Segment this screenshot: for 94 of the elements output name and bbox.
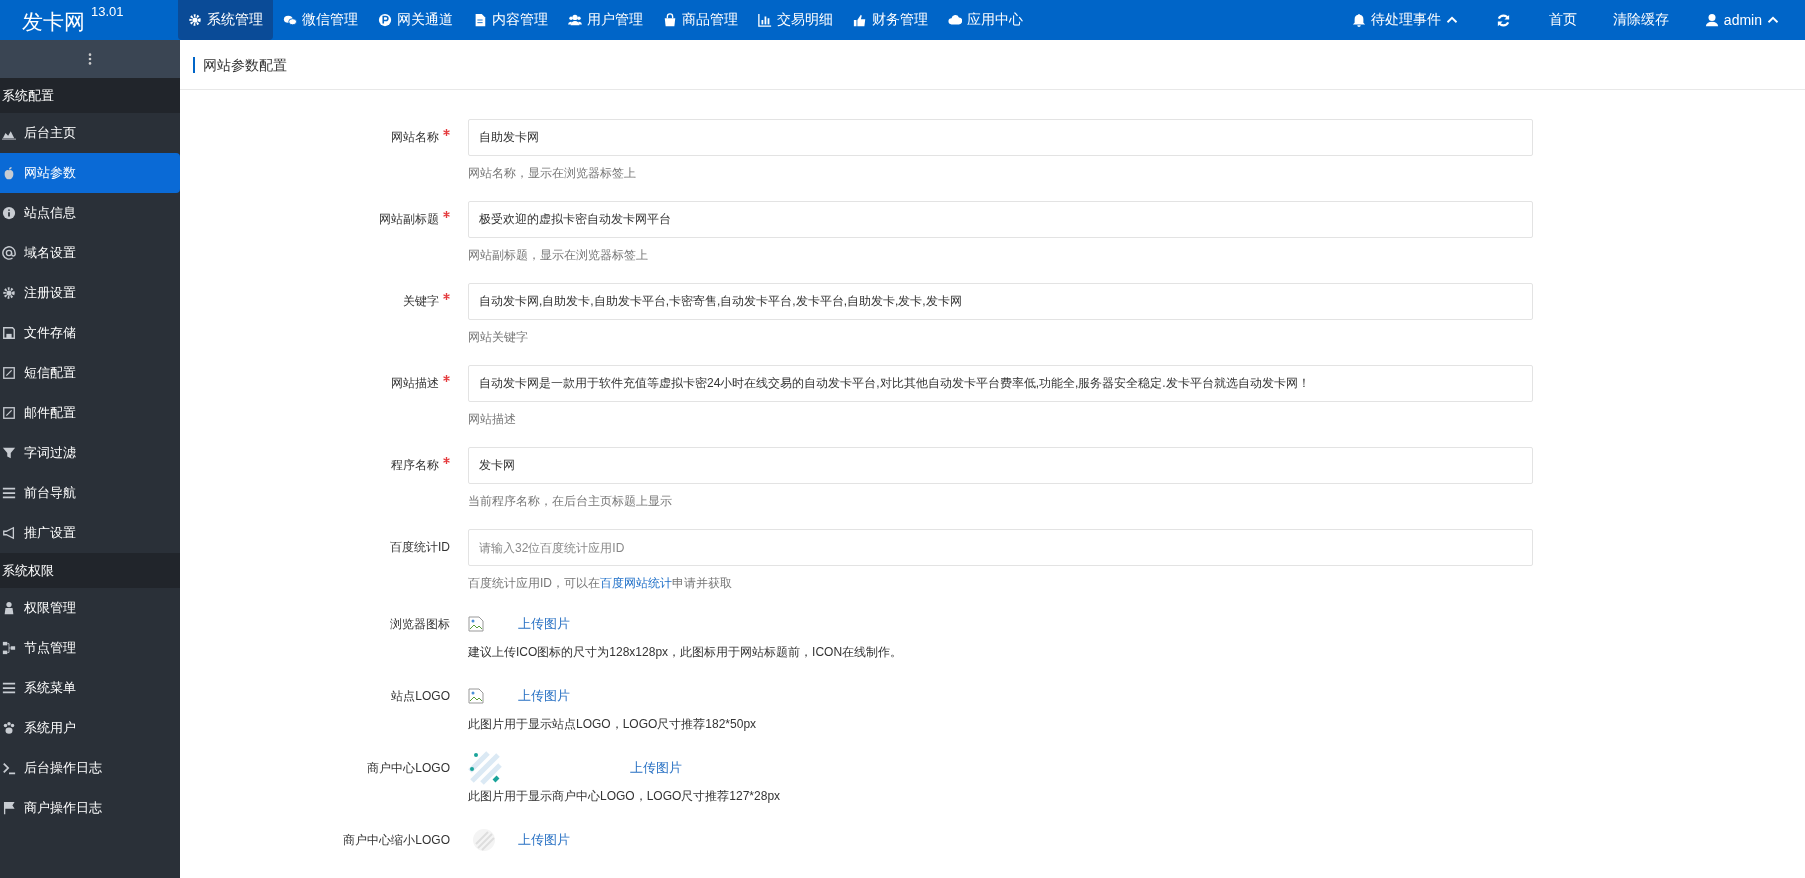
field-label: 网站副标题 <box>379 211 439 228</box>
field-hint: 网站名称，显示在浏览器标签上 <box>468 166 637 180</box>
field-label: 商户中心缩小LOGO <box>343 831 450 849</box>
text-field[interactable]: 请输入32位百度统计应用ID <box>468 529 1533 566</box>
sidebar-item[interactable]: 后台操作日志 <box>0 748 180 788</box>
document-icon <box>473 13 487 27</box>
nav-tab[interactable]: 商品管理 <box>653 0 748 40</box>
bag-icon <box>663 13 677 27</box>
field-label: 浏览器图标 <box>390 615 450 633</box>
paw-icon <box>2 721 16 735</box>
sidebar-item[interactable]: 短信配置 <box>0 353 180 393</box>
field-label: 程序名称 <box>391 457 439 474</box>
field-label: 网站名称 <box>391 129 439 146</box>
edit-square-icon <box>2 366 16 380</box>
person-icon <box>2 601 16 615</box>
sidebar-toggle[interactable] <box>0 40 180 78</box>
sidebar-item[interactable]: 系统菜单 <box>0 668 180 708</box>
sidebar-item[interactable]: 权限管理 <box>0 588 180 628</box>
users-icon <box>568 13 582 27</box>
list-icon <box>2 486 16 500</box>
section-header: 系统权限 <box>0 553 180 588</box>
field-label: 网站描述 <box>391 375 439 392</box>
hand-icon <box>853 13 867 27</box>
edit-square-icon <box>2 406 16 420</box>
sidebar-item[interactable]: 系统用户 <box>0 708 180 748</box>
field-label: 站点LOGO <box>391 687 450 705</box>
field-label: 关键字 <box>403 293 439 310</box>
site-logo[interactable]: 发卡网 <box>22 8 85 36</box>
upload-image-link[interactable]: 上传图片 <box>518 687 570 705</box>
sitemap-icon <box>2 641 16 655</box>
nav-tab[interactable]: 交易明细 <box>748 0 843 40</box>
field-hint: 网站关键字 <box>468 330 529 344</box>
upload-image-link[interactable]: 上传图片 <box>518 831 570 849</box>
chevron-up-icon <box>1767 14 1779 26</box>
text-field[interactable]: 自助发卡网 <box>468 119 1533 156</box>
field-hint: 此图片用于显示站点LOGO，LOGO尺寸推荐182*50px <box>468 717 758 731</box>
home-link[interactable]: 首页 <box>1530 11 1595 29</box>
sidebar-item[interactable]: 字词过滤 <box>0 433 180 473</box>
chevron-up-icon <box>1445 14 1458 26</box>
field-label: 商户中心LOGO <box>367 759 450 777</box>
baidu-stats-link[interactable]: 百度网站统计 <box>600 576 672 590</box>
sidebar-item[interactable]: 站点信息 <box>0 193 180 233</box>
pending-events-menu[interactable]: 待处理事件 <box>1333 11 1476 29</box>
logo-preview-image <box>468 751 502 785</box>
user-icon <box>1704 13 1719 27</box>
filter-icon <box>2 446 16 460</box>
nav-tab[interactable]: 微信管理 <box>273 0 368 40</box>
refresh-icon <box>1495 12 1511 28</box>
text-field[interactable]: 发卡网 <box>468 447 1533 484</box>
list-icon <box>2 681 16 695</box>
field-hint: 网站描述 <box>468 412 517 426</box>
field-hint: 此图片用于显示商户中心LOGO，LOGO尺寸推荐127*28px <box>468 789 782 803</box>
sidebar-item[interactable]: 节点管理 <box>0 628 180 668</box>
sidebar-item[interactable]: 域名设置 <box>0 233 180 273</box>
text-field[interactable]: 自动发卡网是一款用于软件充值等虚拟卡密24小时在线交易的自动发卡平台,对比其他自动发卡平台费率低,功能全,服务器安全稳定.发卡平台就选自动发卡网！ <box>468 365 1533 402</box>
field-hint: 网站副标题，显示在浏览器标签上 <box>468 248 649 262</box>
upload-image-link[interactable]: 上传图片 <box>518 615 570 633</box>
text-field[interactable]: 极受欢迎的虚拟卡密自动发卡网平台 <box>468 201 1533 238</box>
sidebar-item[interactable]: 前台导航 <box>0 473 180 513</box>
megaphone-icon <box>2 526 16 540</box>
nav-tab[interactable]: 内容管理 <box>463 0 558 40</box>
field-label: 百度统计ID <box>390 539 450 556</box>
text-field[interactable]: 自动发卡网,自助发卡,自助发卡平台,卡密寄售,自动发卡平台,发卡平台,自助发卡,发卡,发卡网 <box>468 283 1533 320</box>
flag-icon <box>2 801 16 815</box>
terminal-icon <box>2 761 16 775</box>
chat-bubbles-icon <box>283 13 297 27</box>
at-sign-icon <box>2 246 16 260</box>
bell-icon <box>1351 13 1366 27</box>
version-number: 13.01 <box>91 4 124 19</box>
sidebar-item[interactable]: 后台主页 <box>0 113 180 153</box>
nav-tab[interactable]: 财务管理 <box>843 0 938 40</box>
page-title: 网站参数配置 <box>193 56 287 73</box>
field-hint: 百度统计应用ID，可以在百度网站统计申请并获取 <box>468 576 733 590</box>
logo-preview-image <box>472 828 496 852</box>
field-hint: 当前程序名称，在后台主页标题上显示 <box>468 494 673 508</box>
p-circle-icon <box>378 13 392 27</box>
nav-tab[interactable]: 系统管理 <box>178 0 273 40</box>
bar-chart-icon <box>758 13 772 27</box>
cloud-icon <box>948 13 962 27</box>
sidebar-item[interactable]: 文件存储 <box>0 313 180 353</box>
field-hint: 建议上传ICO图标的尺寸为128x128px，此图标用于网站标题前，ICON在线制作。 <box>468 645 904 659</box>
upload-image-link[interactable]: 上传图片 <box>630 759 682 777</box>
nav-tab[interactable]: 网关通道 <box>368 0 463 40</box>
sidebar-item[interactable]: 邮件配置 <box>0 393 180 433</box>
clear-cache-link[interactable]: 清除缓存 <box>1594 11 1687 29</box>
nav-tab[interactable]: 用户管理 <box>558 0 653 40</box>
sidebar-item[interactable]: 网站参数 <box>0 153 180 193</box>
sidebar-item[interactable]: 注册设置 <box>0 273 180 313</box>
nav-tab[interactable]: 应用中心 <box>938 0 1033 40</box>
apple-icon <box>2 166 16 180</box>
section-header: 系统配置 <box>0 78 180 113</box>
sidebar-item[interactable]: 商户操作日志 <box>0 788 180 828</box>
user-menu[interactable]: admin <box>1686 12 1797 28</box>
sidebar-item[interactable]: 推广设置 <box>0 513 180 553</box>
